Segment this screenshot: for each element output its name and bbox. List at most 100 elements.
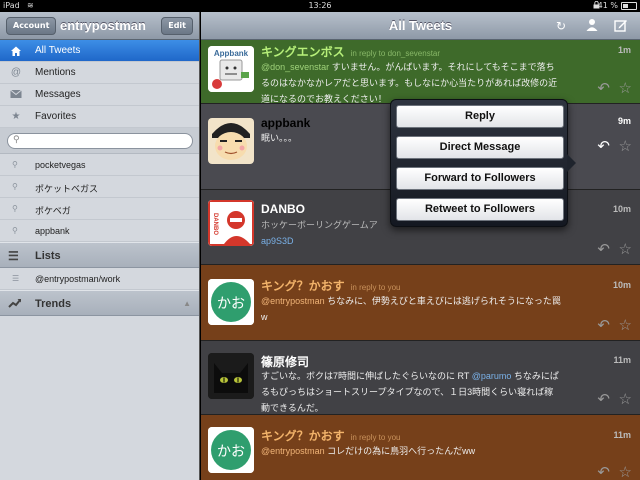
search-bar: ⚲ xyxy=(0,128,199,154)
saved-search-item[interactable]: ⚲ pocketvegas xyxy=(0,154,199,176)
trends-header[interactable]: Trends ▲ xyxy=(0,290,199,316)
tweet-time: 11m xyxy=(613,430,631,440)
sidebar-item-favorites[interactable]: ★ Favorites xyxy=(0,106,199,128)
tweet-text: @entrypostman コレだけの為に鳥羽へ行ったんだww xyxy=(261,443,561,459)
reply-icon[interactable]: ↶ xyxy=(597,316,610,334)
trends-header-label: Trends xyxy=(35,298,72,310)
tweet-row[interactable]: 篠原修司 11m すごいな。ボクは7時間に伸ばしたぐらいなのに RT @paru… xyxy=(201,341,640,415)
reply-icon[interactable]: ↶ xyxy=(597,137,610,155)
collapse-arrow-icon[interactable]: ▲ xyxy=(183,299,191,308)
tweet-author[interactable]: DANBO xyxy=(261,202,305,216)
reply-icon[interactable]: ↶ xyxy=(597,79,610,97)
tweet-row[interactable]: Appbank キングエンボス in reply to don_sevenstar… xyxy=(201,40,640,104)
avatar[interactable]: かお xyxy=(208,279,254,325)
list-item-label: @entrypostman/work xyxy=(35,274,121,284)
saved-search-label: appbank xyxy=(35,226,70,236)
account-title: entrypostman xyxy=(60,18,146,33)
tweet-author[interactable]: キング？かおす in reply to you xyxy=(261,277,400,294)
compose-icon[interactable] xyxy=(613,18,629,34)
tweet-author-name: 篠原修司 xyxy=(261,355,310,369)
mention-link[interactable]: @don_sevenstar xyxy=(261,62,329,72)
tweet-row[interactable]: かお キング？かおす in reply to you 10m @entrypost… xyxy=(201,265,640,341)
user-icon[interactable] xyxy=(584,18,600,34)
saved-search-item[interactable]: ⚲ ポケベガ xyxy=(0,198,199,220)
status-bar: iPad ≋ 13:26 41 % xyxy=(0,0,640,12)
tweet-link[interactable]: ap9S3D xyxy=(261,236,294,246)
tweet-text: @entrypostman ちなみに、伊勢えびと車えびには逃げられそうになった罠… xyxy=(261,293,561,325)
tweet-text-body: コレだけの為に鳥羽へ行ったんだww xyxy=(324,446,476,456)
account-button[interactable]: Account xyxy=(6,17,57,35)
timeline-header: All Tweets ↻ xyxy=(201,12,640,40)
star-icon[interactable]: ☆ xyxy=(619,463,632,480)
list-item[interactable]: ☰ @entrypostman/work xyxy=(0,268,199,290)
page-title: All Tweets xyxy=(388,18,453,33)
forward-to-followers-button[interactable]: Forward to Followers xyxy=(396,167,564,190)
sidebar-item-messages[interactable]: Messages xyxy=(0,84,199,106)
search-input[interactable]: ⚲ xyxy=(7,133,193,149)
mention-link[interactable]: @entrypostman xyxy=(261,296,325,306)
sidebar-item-label: Favorites xyxy=(35,111,77,122)
avatar-logo-text: DANBO xyxy=(212,213,218,235)
reply-button[interactable]: Reply xyxy=(396,105,564,128)
star-icon[interactable]: ☆ xyxy=(619,240,632,258)
tweet-author-name: キング？かおす xyxy=(261,279,345,293)
battery-icon xyxy=(621,2,637,10)
avatar[interactable]: Appbank xyxy=(208,46,254,92)
timeline-pane: All Tweets ↻ Appbank キングエンボス in reply to … xyxy=(201,12,640,480)
tweet-author-name: キング？かおす xyxy=(261,429,345,443)
tweet-author-name: DANBO xyxy=(261,202,305,216)
reply-icon[interactable]: ↶ xyxy=(597,240,610,258)
lists-header[interactable]: ☰ Lists xyxy=(0,242,199,268)
sidebar-item-all-tweets[interactable]: All Tweets xyxy=(0,40,199,62)
sidebar-item-label: All Tweets xyxy=(35,45,81,56)
avatar-logo-text: かお xyxy=(217,444,245,460)
saved-search-label: ポケベガ xyxy=(35,206,71,216)
direct-message-button[interactable]: Direct Message xyxy=(396,136,564,159)
trend-icon xyxy=(8,297,22,312)
reply-to-label[interactable]: in reply to don_sevenstar xyxy=(351,49,440,58)
search-icon: ⚲ xyxy=(12,226,18,235)
sidebar-item-label: Mentions xyxy=(35,67,76,78)
at-icon: @ xyxy=(10,67,22,78)
search-icon: ⚲ xyxy=(12,204,18,213)
tweet-time: 1m xyxy=(617,45,631,55)
reply-to-label[interactable]: in reply to you xyxy=(351,283,401,292)
sidebar-item-label: Messages xyxy=(35,89,81,100)
refresh-icon[interactable]: ↻ xyxy=(553,18,569,34)
star-icon[interactable]: ☆ xyxy=(619,316,632,334)
mention-link[interactable]: @parumo xyxy=(472,371,512,381)
avatar[interactable] xyxy=(208,353,254,399)
star-icon[interactable]: ☆ xyxy=(619,390,632,408)
battery-percent: 41 % xyxy=(597,1,618,10)
tweet-author-name: appbank xyxy=(261,116,311,130)
reply-to-label[interactable]: in reply to you xyxy=(351,433,401,442)
edit-button[interactable]: Edit xyxy=(161,17,193,35)
avatar[interactable] xyxy=(208,118,254,164)
tweet-time: 10m xyxy=(612,280,631,290)
avatar[interactable]: かお xyxy=(208,427,254,473)
star-icon[interactable]: ☆ xyxy=(619,79,632,97)
list-icon: ☰ xyxy=(12,274,20,283)
retweet-to-followers-button[interactable]: Retweet to Followers xyxy=(396,198,564,221)
reply-icon[interactable]: ↶ xyxy=(597,390,610,408)
mention-link[interactable]: @entrypostman xyxy=(261,446,325,456)
tweet-time: 9m xyxy=(617,116,631,126)
tweet-author[interactable]: appbank xyxy=(261,116,310,130)
star-icon[interactable]: ☆ xyxy=(619,137,632,155)
envelope-icon xyxy=(10,89,22,101)
avatar[interactable]: DANBO xyxy=(208,200,254,246)
tweet-text-body: ホッケーボーリングゲームア xyxy=(261,220,378,230)
tweet-row[interactable]: かお キング？かおす in reply to you 11m @entrypost… xyxy=(201,415,640,480)
saved-search-label: pocketvegas xyxy=(35,160,86,170)
sidebar-header: Account entrypostman Edit xyxy=(0,12,199,40)
avatar-logo-text: かお xyxy=(217,296,245,312)
saved-search-item[interactable]: ⚲ appbank xyxy=(0,220,199,242)
saved-search-item[interactable]: ⚲ ポケットベガス xyxy=(0,176,199,198)
tweet-action-popover: Reply Direct Message Forward to Follower… xyxy=(390,99,568,227)
tweet-author[interactable]: キングエンボス in reply to don_sevenstar xyxy=(261,43,440,60)
tweet-author[interactable]: キング？かおす in reply to you xyxy=(261,427,400,444)
reply-icon[interactable]: ↶ xyxy=(597,463,610,480)
sidebar-item-mentions[interactable]: @ Mentions xyxy=(0,62,199,84)
tweet-time: 10m xyxy=(612,204,631,214)
tweet-time: 11m xyxy=(613,355,631,365)
